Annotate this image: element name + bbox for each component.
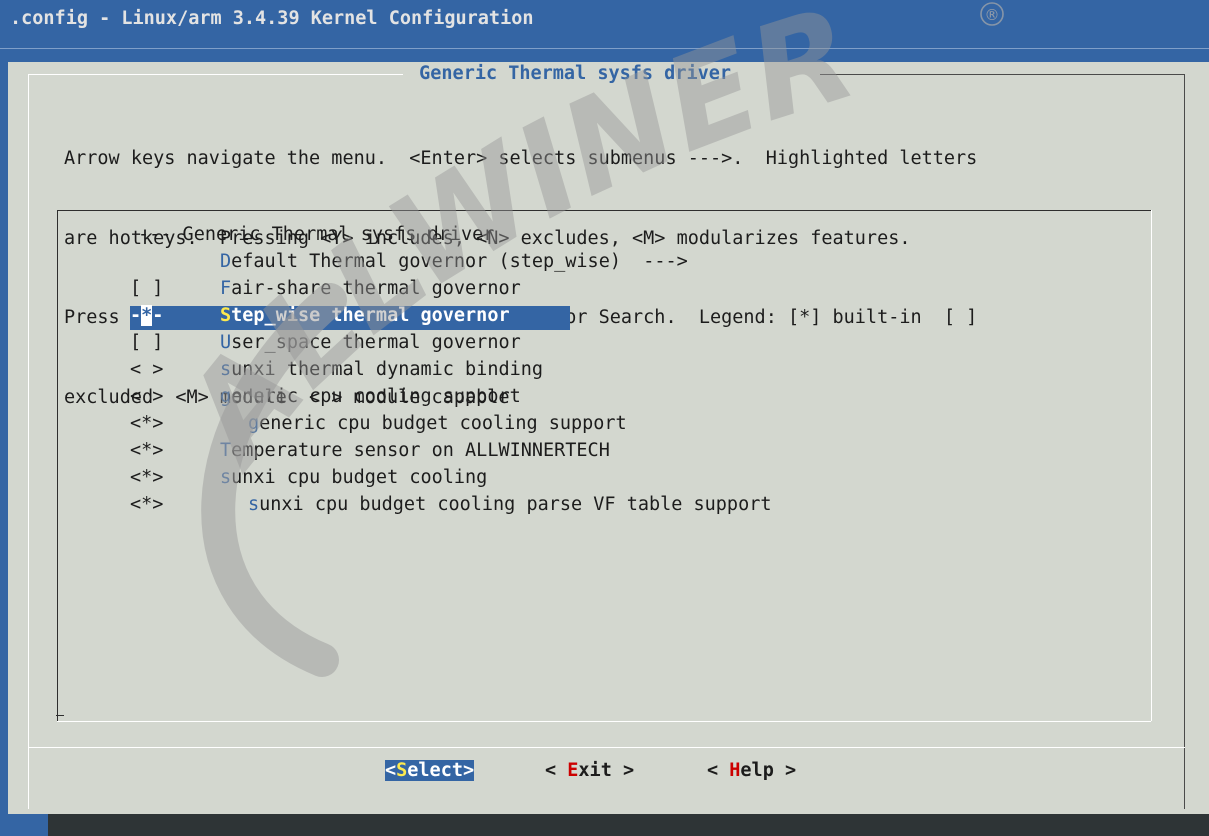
hotkey-letter: s [220,467,232,488]
select-button[interactable]: <Select> [385,760,475,781]
menu-item-label: Default Thermal governor (step_wise) ---… [220,251,688,272]
frame-border [28,74,403,75]
cursor: * [141,305,153,326]
option-state[interactable]: -*- [130,305,163,326]
menu-border [57,721,1151,722]
option-state[interactable]: <*> [130,467,163,488]
option-state[interactable]: <*> [130,413,163,434]
menu-item-label: --- Generic Thermal sysfs driver [138,224,494,245]
dialog-title: Generic Thermal sysfs driver [419,63,732,84]
menu-item-text: air-share thermal governor [231,278,521,299]
help-button[interactable]: < Help > [707,760,796,781]
menu-item-label: sunxi thermal dynamic binding [220,359,543,380]
option-state[interactable]: < > [130,386,163,407]
menu-item-label: Temperature sensor on ALLWINNERTECH [220,440,610,461]
option-state[interactable]: [ ] [130,332,163,353]
exit-button[interactable]: < Exit > [545,760,634,781]
title-bar: .config - Linux/arm 3.4.39 Kernel Config… [0,0,1209,49]
menu-item-label: sunxi cpu budget cooling parse VF table … [248,494,772,515]
hotkey-letter: s [248,494,260,515]
window-title: .config - Linux/arm 3.4.39 Kernel Config… [10,8,534,29]
menu-item-text: tep_wise thermal governor [231,305,510,326]
menu-border [57,210,1151,211]
menu-item-text: unxi cpu budget cooling [231,467,488,488]
hotkey-letter: g [220,386,232,407]
menu-item-label: Fair-share thermal governor [220,278,521,299]
terminal-background [48,814,1209,836]
menu-border [57,210,58,721]
hotkey-letter: T [220,440,232,461]
config-dialog: Generic Thermal sysfs driver Arrow keys … [8,62,1209,814]
menu-item-text: efault Thermal governor (step_wise) ---> [231,251,688,272]
frame-border [820,74,1185,75]
menu-item-text: unxi cpu budget cooling parse VF table s… [259,494,772,515]
help-line: Arrow keys navigate the menu. <Enter> se… [64,148,978,169]
option-state[interactable]: <*> [130,494,163,515]
button-bracket: < [707,760,730,781]
frame-border [28,74,29,809]
menu-border [1151,210,1152,721]
menu-item-text: --- Generic Thermal sysfs driver [138,224,495,245]
frame-border [1184,74,1185,809]
option-state[interactable]: < > [130,359,163,380]
button-label: xit > [578,760,635,781]
hotkey-letter: F [220,278,232,299]
option-state[interactable]: [ ] [130,278,163,299]
menu-item-label: Step_wise thermal governor [220,305,510,326]
option-state[interactable]: <*> [130,440,163,461]
button-separator [28,747,1185,748]
hotkey-letter: S [220,305,232,326]
button-label: elect> [407,760,475,781]
menu-item-label: generic cpu cooling support [220,386,521,407]
hotkey-letter: g [248,413,260,434]
menu-item-text: unxi thermal dynamic binding [231,359,544,380]
button-hotkey: S [396,760,408,781]
hotkey-letter: s [220,359,232,380]
menu-item-label: generic cpu budget cooling support [248,413,627,434]
button-hotkey: E [567,760,579,781]
menu-box: --- Generic Thermal sysfs driver Default … [56,210,1152,722]
menu-item-label: User_space thermal governor [220,332,521,353]
button-hotkey: H [729,760,741,781]
menu-border [56,715,64,716]
menu-item-text: ser_space thermal governor [231,332,521,353]
button-bracket: < [545,760,568,781]
menu-item-text: emperature sensor on ALLWINNERTECH [231,440,610,461]
hotkey-letter: U [220,332,232,353]
menu-item-text: eneric cpu budget cooling support [259,413,627,434]
button-bracket: < [385,760,397,781]
menu-item-label: sunxi cpu budget cooling [220,467,487,488]
button-label: elp > [740,760,797,781]
menu-item-text: eneric cpu cooling support [231,386,521,407]
hotkey-letter: D [220,251,232,272]
button-row: <Select> < Exit > < Help > [8,760,1209,790]
